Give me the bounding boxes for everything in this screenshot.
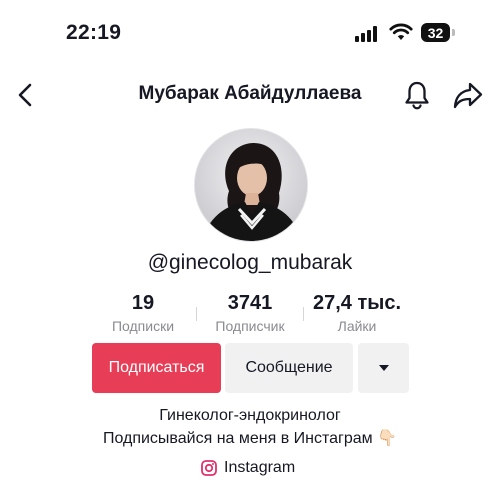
stat-following-value: 19 [131, 292, 155, 314]
battery-icon: 32 [421, 23, 455, 42]
instagram-link[interactable]: Instagram [201, 457, 295, 479]
wifi-icon [389, 23, 413, 40]
stat-likes-label: Лайки [337, 318, 377, 334]
status-bar: 22:19 32 [0, 0, 501, 62]
follow-button[interactable]: Подписаться [92, 343, 221, 393]
dropdown-arrow-icon [378, 365, 389, 371]
stat-following[interactable]: 19 Подписки [93, 292, 193, 334]
share-icon[interactable] [452, 80, 484, 110]
cellular-signal-icon [355, 26, 381, 42]
stat-divider [303, 307, 304, 321]
profile-header: Мубарак Абайдуллаева [0, 70, 501, 120]
page-title: Мубарак Абайдуллаева [138, 83, 362, 104]
instagram-link-label: Instagram [224, 459, 296, 476]
bio-line: Подписывайся на меня в Инстаграм 👇🏻 [102, 430, 398, 447]
battery-level: 32 [421, 23, 450, 42]
stat-followers-label: Подписчик [215, 318, 285, 334]
stat-divider [196, 307, 197, 321]
stat-likes-value: 27,4 тыс. [312, 292, 402, 314]
status-time: 22:19 [66, 21, 122, 44]
message-button[interactable]: Сообщение [225, 343, 353, 393]
bio-line: Гинеколог-эндокринолог [159, 407, 341, 424]
stat-followers-value: 3741 [227, 292, 273, 314]
instagram-icon [201, 460, 217, 476]
bell-icon[interactable] [403, 79, 431, 111]
profile-handle: @ginecolog_mubarak [147, 251, 353, 274]
stat-following-label: Подписки [111, 318, 175, 334]
profile-avatar[interactable] [194, 128, 308, 242]
back-arrow-icon[interactable] [14, 80, 38, 110]
stat-likes[interactable]: 27,4 тыс. Лайки [307, 292, 407, 334]
more-options-button[interactable] [358, 343, 409, 393]
stat-followers[interactable]: 3741 Подписчик [200, 292, 300, 334]
